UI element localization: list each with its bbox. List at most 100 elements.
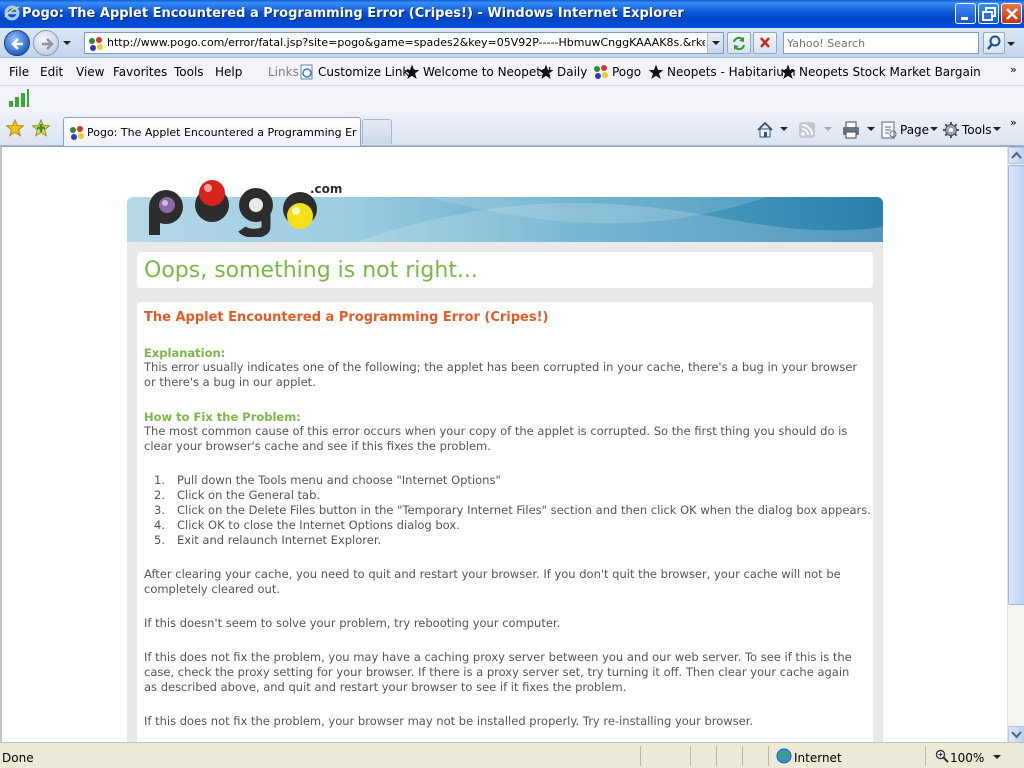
menu-file[interactable]: File bbox=[9, 65, 29, 79]
step-number: 3. bbox=[154, 503, 165, 517]
scroll-thumb[interactable] bbox=[1008, 165, 1024, 605]
chevron-down-icon bbox=[867, 127, 875, 131]
list-item: 5. Exit and relaunch Internet Explorer. bbox=[137, 533, 867, 548]
star-icon bbox=[648, 64, 664, 79]
links-label: Links bbox=[268, 65, 299, 79]
chevron-down-icon bbox=[993, 127, 1001, 131]
add-to-favorites-icon[interactable] bbox=[32, 119, 50, 137]
more-commands-chevron[interactable]: » bbox=[1010, 116, 1017, 129]
link-label: Neopets - Habitarium bbox=[667, 65, 796, 79]
search-button[interactable] bbox=[983, 32, 1005, 54]
explanation-heading: Explanation: bbox=[144, 346, 226, 360]
close-icon bbox=[1006, 8, 1018, 20]
forward-button[interactable] bbox=[33, 30, 59, 56]
recent-pages-dropdown[interactable] bbox=[62, 38, 72, 48]
search-options-dropdown[interactable] bbox=[1006, 39, 1016, 49]
back-button[interactable] bbox=[4, 30, 30, 56]
more-links-chevron[interactable]: » bbox=[1010, 63, 1017, 76]
proxy-paragraph: If this does not fix the problem, you ma… bbox=[144, 650, 852, 694]
reinstall-paragraph: If this does not fix the problem, your b… bbox=[144, 714, 754, 728]
step-number: 5. bbox=[154, 533, 165, 547]
chevron-down-icon bbox=[780, 127, 788, 131]
signal-bars-icon[interactable] bbox=[8, 88, 30, 108]
list-item: 2. Click on the General tab. bbox=[137, 488, 867, 503]
menu-tools[interactable]: Tools bbox=[174, 65, 204, 79]
pogo-favicon bbox=[88, 36, 104, 52]
page-icon bbox=[881, 121, 897, 139]
ie-page-icon bbox=[300, 64, 313, 80]
menu-bar: File Edit View Favorites Tools Help Link… bbox=[0, 58, 1024, 86]
minimize-button[interactable] bbox=[955, 3, 976, 24]
step-text: Click on the General tab. bbox=[177, 488, 321, 502]
close-button[interactable] bbox=[1001, 3, 1022, 24]
refresh-button[interactable] bbox=[727, 32, 751, 54]
stop-button[interactable] bbox=[753, 32, 777, 54]
link-label: Neopets Stock Market Bargain bbox=[799, 65, 981, 79]
menu-favorites[interactable]: Favorites bbox=[113, 65, 167, 79]
step-text: Click OK to close the Internet Options d… bbox=[177, 518, 460, 532]
chevron-down-icon bbox=[1011, 731, 1022, 739]
tab-title: Pogo: The Applet Encountered a Programmi… bbox=[87, 126, 357, 139]
new-tab-button[interactable] bbox=[362, 119, 392, 144]
window-title: Pogo: The Applet Encountered a Programmi… bbox=[22, 6, 684, 21]
scroll-down-button[interactable] bbox=[1008, 726, 1024, 742]
link-label: Daily bbox=[557, 65, 588, 79]
oops-panel: Oops, something is not right... bbox=[137, 252, 873, 288]
step-text: Click on the Delete Files button in the … bbox=[177, 503, 871, 517]
tab-bar: Pogo: The Applet Encountered a Programmi… bbox=[0, 112, 1024, 146]
menu-edit[interactable]: Edit bbox=[40, 65, 63, 79]
status-divider bbox=[640, 746, 641, 766]
explanation-text: This error usually indicates one of the … bbox=[144, 360, 858, 389]
menu-view[interactable]: View bbox=[76, 65, 104, 79]
tab-pogo-error[interactable]: Pogo: The Applet Encountered a Programmi… bbox=[63, 117, 361, 146]
page-viewport[interactable]: .com Oops, something is not right... The… bbox=[0, 146, 1024, 742]
vertical-scrollbar[interactable] bbox=[1007, 147, 1024, 742]
favorites-center-icon[interactable] bbox=[6, 119, 24, 137]
zone-label: Internet bbox=[794, 751, 842, 765]
search-field[interactable] bbox=[783, 32, 979, 54]
url-text[interactable]: http://www.pogo.com/error/fatal.jsp?site… bbox=[107, 36, 705, 49]
status-divider bbox=[690, 746, 691, 766]
home-icon bbox=[757, 121, 773, 138]
address-dropdown[interactable] bbox=[707, 33, 723, 53]
pogo-logo[interactable]: .com bbox=[142, 171, 342, 237]
oops-heading: Oops, something is not right... bbox=[144, 258, 478, 283]
list-item: 3. Click on the Delete Files button in t… bbox=[137, 503, 871, 518]
printer-icon bbox=[843, 121, 859, 139]
chevron-down-icon bbox=[824, 127, 832, 131]
status-divider bbox=[925, 746, 926, 766]
gear-icon bbox=[943, 122, 959, 138]
cache-paragraph: After clearing your cache, you need to q… bbox=[144, 567, 841, 596]
chevron-down-icon bbox=[993, 755, 1001, 759]
back-arrow-icon bbox=[11, 38, 23, 50]
menu-help[interactable]: Help bbox=[215, 65, 242, 79]
error-title: The Applet Encountered a Programming Err… bbox=[144, 310, 549, 325]
address-field[interactable]: http://www.pogo.com/error/fatal.jsp?site… bbox=[84, 32, 724, 54]
status-divider bbox=[742, 746, 743, 766]
tools-menu-label: Tools bbox=[962, 123, 992, 137]
step-text: Pull down the Tools menu and choose "Int… bbox=[177, 473, 501, 487]
zoom-level: 100% bbox=[950, 751, 985, 765]
reboot-paragraph: If this doesn't seem to solve your probl… bbox=[144, 616, 561, 630]
title-bar[interactable]: Pogo: The Applet Encountered a Programmi… bbox=[0, 0, 1024, 28]
step-number: 1. bbox=[154, 473, 165, 487]
refresh-icon bbox=[733, 36, 745, 51]
internet-explorer-icon bbox=[4, 5, 20, 21]
chevron-down-icon bbox=[712, 41, 720, 45]
link-label: Customize Links bbox=[318, 65, 416, 79]
search-input[interactable] bbox=[787, 34, 977, 52]
chevron-down-icon bbox=[930, 127, 938, 131]
pogo-error-page: .com Oops, something is not right... The… bbox=[125, 147, 884, 742]
pogo-favicon bbox=[70, 126, 84, 140]
status-divider bbox=[716, 746, 717, 766]
forward-arrow-icon bbox=[42, 38, 54, 50]
pogo-favicon bbox=[594, 65, 608, 79]
zoom-icon bbox=[935, 749, 949, 763]
status-divider bbox=[768, 746, 769, 766]
link-label: Welcome to Neopets! bbox=[423, 65, 553, 79]
scroll-up-button[interactable] bbox=[1008, 147, 1024, 164]
star-icon bbox=[780, 64, 796, 79]
step-number: 4. bbox=[154, 518, 165, 532]
restore-button[interactable] bbox=[978, 3, 999, 24]
star-icon bbox=[404, 64, 420, 79]
